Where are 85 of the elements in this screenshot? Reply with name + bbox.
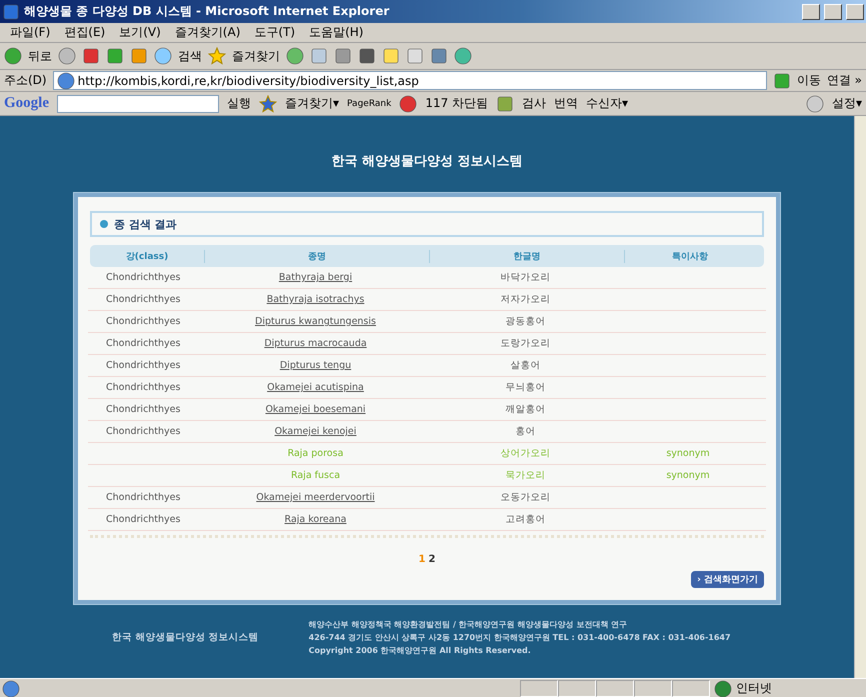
table-cell: Chondrichthyes <box>106 492 180 503</box>
back-to-search-button[interactable]: › 검색화면가기 <box>691 571 764 588</box>
species-link[interactable]: Okamejei kenojei <box>274 426 356 437</box>
menu-item[interactable]: 즐겨찾기(A) <box>174 24 240 41</box>
table-cell: Raja porosa <box>288 448 344 459</box>
star-icon[interactable] <box>259 94 277 112</box>
window-title: 해양생물 종 다양성 DB 시스템 - Microsoft Internet Explorer <box>24 3 390 20</box>
section-title: 종 검색 결과 <box>114 216 177 232</box>
table-cell: Chondrichthyes <box>106 272 180 283</box>
favorites-label[interactable]: 즐겨찾기▾ <box>285 95 340 112</box>
google-search-field[interactable] <box>57 94 219 112</box>
menu-item[interactable]: 파일(F) <box>10 24 50 41</box>
sender-label[interactable]: 수신자▾ <box>586 95 628 112</box>
go-label[interactable]: 이동 <box>796 72 821 89</box>
blocked-label[interactable]: 117 차단됨 <box>425 95 488 112</box>
species-link[interactable]: Okamejei boesemani <box>265 404 366 415</box>
table-cell: 바닥가오리 <box>500 272 550 283</box>
links-label[interactable]: 연결 » <box>826 72 862 89</box>
column-header: 강(class) <box>90 250 205 262</box>
footer-text: Copyright 2006 한국해양연구원 All Rights Reserved. <box>308 645 532 656</box>
run-label[interactable]: 실행 <box>227 95 251 112</box>
menu-item[interactable]: 편집(E) <box>64 24 106 41</box>
table-cell: 고려홍어 <box>506 514 546 525</box>
address-label: 주소(D) <box>4 72 47 89</box>
table-cell: 깨알홍어 <box>506 404 546 415</box>
species-link[interactable]: Okamejei meerdervoortii <box>256 492 375 503</box>
search-label[interactable]: 검색 <box>178 48 202 64</box>
table-cell: 묵가오리 <box>506 470 546 481</box>
footer-text: 해양수산부 해양정책국 해양환경발전팀 / 한국해양연구원 해양생물다양성 보전대책 연구 <box>308 619 628 630</box>
column-header: 한글명 <box>430 250 625 262</box>
status-panel <box>634 680 672 697</box>
species-link[interactable]: Bathyraja isotrachys <box>266 294 364 305</box>
table-cell: Chondrichthyes <box>106 426 180 437</box>
table-cell: Chondrichthyes <box>106 338 180 349</box>
back-label[interactable]: 뒤로 <box>28 48 52 64</box>
species-link[interactable]: Dipturus kwangtungensis <box>255 316 376 327</box>
table-cell: 오동가오리 <box>500 492 550 503</box>
menu-item[interactable]: 도움말(H) <box>309 24 364 41</box>
species-link[interactable]: Dipturus macrocauda <box>264 338 367 349</box>
settings-label[interactable]: 설정▾ <box>832 95 862 112</box>
bullet-icon <box>100 220 108 228</box>
close-button[interactable] <box>846 4 864 20</box>
species-link[interactable]: Okamejei acutispina <box>267 382 364 393</box>
table-cell: 도랑가오리 <box>500 338 550 349</box>
table-cell: synonym <box>666 448 710 459</box>
table-cell: Chondrichthyes <box>106 316 180 327</box>
table-cell: 홍어 <box>516 426 536 437</box>
table-cell: Chondrichthyes <box>106 360 180 371</box>
table-cell: 살홍어 <box>510 360 540 371</box>
footer-text: 426-744 경기도 안산시 상록구 사2동 1270번지 한국해양연구원 TEL : 031-400-6478 FAX : 031-406-1647 <box>308 632 731 643</box>
table-cell: 광동홍어 <box>506 316 546 327</box>
status-panel <box>596 680 634 697</box>
google-logo[interactable]: Google <box>4 95 49 112</box>
menu-item[interactable]: 보기(V) <box>119 24 161 41</box>
page-link[interactable]: 2 <box>428 554 436 565</box>
check-label[interactable]: 검사 <box>522 95 546 112</box>
status-panel <box>520 680 558 697</box>
zone-label: 인터넷 <box>736 680 772 697</box>
table-cell: synonym <box>666 470 710 481</box>
table-cell: Chondrichthyes <box>106 404 180 415</box>
table-cell: Chondrichthyes <box>106 514 180 525</box>
menu-item[interactable]: 도구(T) <box>254 24 296 41</box>
species-link[interactable]: Bathyraja bergi <box>278 272 352 283</box>
table-cell: 무늬홍어 <box>506 382 546 393</box>
table-cell: 저자가오리 <box>500 294 550 305</box>
table-cell: Chondrichthyes <box>106 294 180 305</box>
minimize-button[interactable] <box>802 4 820 20</box>
status-panel <box>558 680 596 697</box>
maximize-button[interactable] <box>824 4 842 20</box>
star-icon[interactable] <box>208 47 226 65</box>
favorites-label[interactable]: 즐겨찾기 <box>232 48 280 64</box>
translate-label[interactable]: 번역 <box>554 95 578 112</box>
column-header: 특이사항 <box>671 250 709 262</box>
table-cell: Chondrichthyes <box>106 382 180 393</box>
site-title: 한국 해양생물다양성 정보시스템 <box>331 153 523 170</box>
species-link[interactable]: Dipturus tengu <box>280 360 352 371</box>
species-link[interactable]: Raja koreana <box>284 514 346 525</box>
column-header: 종명 <box>205 250 430 262</box>
scrollbar[interactable] <box>854 116 866 678</box>
pagerank-label[interactable]: PageRank <box>347 98 392 108</box>
status-panel <box>672 680 710 697</box>
footer-site-name: 한국 해양생물다양성 정보시스템 <box>111 631 259 644</box>
table-cell: 상어가오리 <box>500 448 550 459</box>
table-cell: Raja fusca <box>290 470 340 481</box>
address-field[interactable]: http://kombis,kordi,re,kr/biodiversity/biodiversity_list,asp <box>52 71 767 90</box>
